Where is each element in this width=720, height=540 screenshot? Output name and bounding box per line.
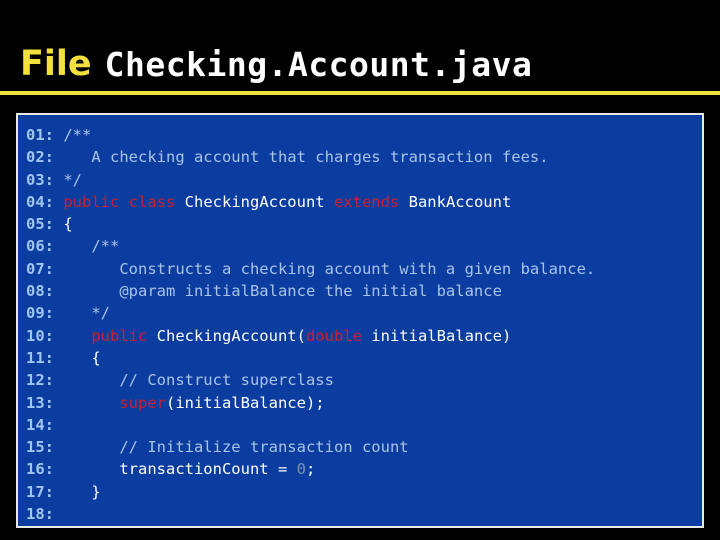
- code-line-number: 06:: [26, 237, 54, 256]
- code-token-comment: */: [54, 304, 110, 323]
- code-token-plain: (initialBalance);: [165, 393, 325, 412]
- code-line-number: 04:: [26, 192, 54, 211]
- code-line: 08: @param initialBalance the initial ba…: [26, 280, 702, 302]
- code-token-plain: BankAccount: [399, 192, 512, 211]
- code-line: 07: Constructs a checking account with a…: [26, 258, 702, 280]
- title-divider: [0, 91, 720, 95]
- code-line: 14:: [26, 414, 702, 436]
- code-token-comment: @param initialBalance the initial balanc…: [54, 282, 502, 301]
- code-line-number: 08:: [26, 282, 54, 301]
- code-line-number: 12:: [26, 371, 54, 390]
- page-title-filename: Checking.Account.java: [104, 44, 533, 84]
- code-line: 05: {: [26, 213, 702, 235]
- page-title-label: File: [20, 44, 92, 84]
- code-line-number: 09:: [26, 304, 54, 323]
- code-line: 09: */: [26, 302, 702, 324]
- code-line: 18:: [26, 503, 702, 525]
- code-token-number: 0: [296, 460, 306, 479]
- code-token-keyword: public: [54, 326, 148, 345]
- code-token-plain: ;: [305, 460, 316, 479]
- code-line: 16: transactionCount = 0;: [26, 458, 702, 480]
- code-line-number: 14:: [26, 415, 54, 434]
- code-line: 17: }: [26, 481, 702, 503]
- code-token-comment: A checking account that charges transact…: [54, 148, 549, 167]
- code-token-plain: }: [54, 482, 101, 501]
- code-line-number: 02:: [26, 148, 54, 167]
- code-token-keyword: super: [54, 393, 166, 412]
- code-token-comment: Constructs a checking account with a giv…: [54, 259, 596, 278]
- code-line: 15: // Initialize transaction count: [26, 436, 702, 458]
- code-token-keyword: extends: [324, 192, 400, 211]
- code-line-number: 07:: [26, 259, 54, 278]
- code-line-number: 17:: [26, 482, 54, 501]
- slide-root: File Checking.Account.java 01: /** 02: A …: [0, 0, 720, 540]
- code-line-number: 01:: [26, 126, 54, 144]
- code-line: 04: public class CheckingAccount extends…: [26, 191, 702, 213]
- code-token-plain: {: [54, 348, 101, 367]
- code-line: 01: /**: [26, 124, 702, 146]
- code-line: 13: super(initialBalance);: [26, 392, 702, 414]
- code-line-number: 05:: [26, 215, 54, 234]
- code-token-comment: */: [54, 170, 82, 189]
- code-line-number: 10:: [26, 326, 54, 345]
- code-line-number: 18:: [26, 505, 54, 524]
- code-line: 02: A checking account that charges tran…: [26, 146, 702, 168]
- code-line: 12: // Construct superclass: [26, 369, 702, 391]
- code-token-comment: /**: [54, 126, 92, 144]
- code-line-number: 15:: [26, 438, 54, 457]
- code-token-keyword: double: [305, 326, 362, 345]
- code-token-plain: {: [54, 215, 73, 234]
- code-line-number: 11:: [26, 348, 54, 367]
- code-token-comment: // Initialize transaction count: [54, 438, 409, 457]
- code-token-comment: /**: [54, 237, 120, 256]
- code-token-keyword: public class: [54, 192, 176, 211]
- code-listing: 01: /** 02: A checking account that charg…: [18, 115, 702, 525]
- code-line: 11: {: [26, 347, 702, 369]
- code-token-plain: initialBalance): [361, 326, 512, 345]
- code-line: 03: */: [26, 169, 702, 191]
- code-token-plain: transactionCount =: [54, 460, 297, 479]
- code-panel: 01: /** 02: A checking account that charg…: [16, 113, 704, 528]
- code-line-number: 16:: [26, 460, 54, 479]
- code-token-comment: // Construct superclass: [54, 371, 334, 390]
- code-line: 06: /**: [26, 235, 702, 257]
- code-line-number: 03:: [26, 170, 54, 189]
- code-line: 10: public CheckingAccount(double initia…: [26, 325, 702, 347]
- code-token-plain: CheckingAccount(: [147, 326, 306, 345]
- code-line-number: 13:: [26, 393, 54, 412]
- code-token-plain: CheckingAccount: [175, 192, 325, 211]
- page-title: File Checking.Account.java: [0, 38, 720, 90]
